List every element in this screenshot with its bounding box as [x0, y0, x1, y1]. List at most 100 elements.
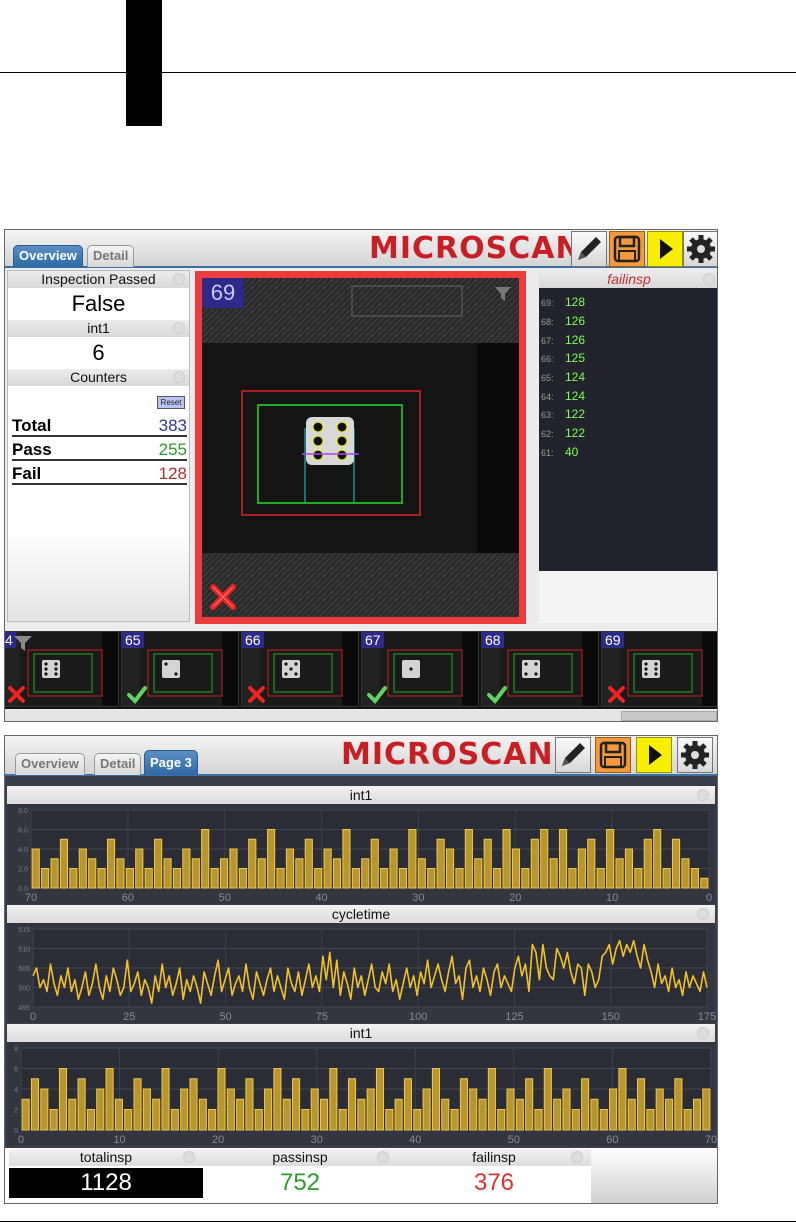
filmstrip-thumbnail[interactable]: 65: [121, 631, 239, 707]
bar: [96, 1088, 105, 1131]
log-row: 63: 122: [541, 407, 586, 421]
bar: [351, 868, 360, 889]
y-tick-label: 515: [18, 927, 30, 934]
filmstrip[interactable]: 4 65 66 67 68 69: [5, 631, 717, 709]
run-play-button[interactable]: [636, 737, 672, 773]
bar: [208, 1109, 217, 1131]
bar: [144, 868, 153, 889]
save-button[interactable]: [609, 231, 645, 267]
x-tick-label: 25: [123, 1011, 135, 1023]
bar: [493, 868, 502, 889]
bar: [106, 838, 116, 889]
y-tick-label: 510: [18, 947, 30, 954]
bar: [40, 1088, 49, 1131]
chart3-container[interactable]: 0 2 4 6 8 0 10 20 30 40 50 60 70: [7, 1042, 717, 1146]
edit-pencil-button[interactable]: [571, 231, 607, 267]
bar: [487, 1068, 496, 1131]
inspection-passed-value: False: [71, 291, 126, 316]
bar: [182, 848, 191, 889]
edit-pencil-button[interactable]: [555, 737, 591, 773]
int1-value: 6: [92, 340, 105, 365]
chart1-title: int1: [7, 786, 715, 804]
run-play-button[interactable]: [647, 231, 683, 267]
filmstrip-thumbnail[interactable]: 66: [241, 631, 359, 707]
bar: [637, 1078, 646, 1131]
scrollbar-thumb[interactable]: [621, 711, 717, 721]
bar: [478, 1098, 487, 1131]
bar: [581, 1078, 590, 1131]
passinsp-title: passinsp: [203, 1149, 397, 1166]
bar: [21, 1098, 30, 1131]
bar: [543, 1068, 552, 1131]
tab-overview[interactable]: Overview: [15, 753, 85, 775]
settings-button[interactable]: [683, 231, 717, 267]
bar: [521, 868, 530, 889]
bar: [441, 1098, 450, 1131]
bar: [590, 1098, 599, 1131]
chart2-container[interactable]: 495 500 505 510 515 0 25 50 75 100 125 150 175: [7, 923, 716, 1023]
bar: [692, 1098, 702, 1131]
floppy-disk-icon: [599, 741, 627, 769]
tab-detail[interactable]: Detail: [87, 245, 135, 267]
filter-funnel-icon[interactable]: [493, 284, 513, 304]
bar: [295, 858, 304, 889]
bar: [408, 829, 417, 889]
gear-icon: [687, 235, 715, 263]
bar: [464, 829, 473, 889]
bar: [422, 1088, 431, 1131]
chart1-container[interactable]: 0.0 2.0 4.0 6.0 8.0 70 60 50 40 30 20 10 0: [7, 804, 715, 904]
bar: [245, 1078, 254, 1131]
die-icon: [522, 660, 540, 678]
bar: [342, 829, 351, 889]
tab-detail[interactable]: Detail: [94, 753, 142, 775]
tab-overview[interactable]: Overview: [13, 245, 83, 267]
save-button[interactable]: [595, 737, 631, 773]
tab-page3[interactable]: Page 3: [144, 750, 198, 775]
reset-button[interactable]: Reset: [157, 396, 185, 409]
bar: [125, 868, 134, 889]
filter-funnel-icon[interactable]: [13, 633, 35, 655]
inspection-passed-title: Inspection Passed: [8, 271, 189, 288]
log-row: 64: 124: [541, 389, 586, 403]
bar: [606, 829, 615, 889]
bar: [31, 848, 40, 889]
footer-rule: [0, 1221, 796, 1222]
log-row: 69: 128: [541, 295, 586, 309]
status-panel: Inspection Passed False int1 6 Counters …: [7, 270, 190, 622]
counter-total: Total 383: [12, 416, 187, 437]
log-list[interactable]: 69: 128 68: 126 67: 126 66: 125 65: 124 64: 12…: [539, 288, 717, 571]
y-tick-label: 4.0: [18, 847, 28, 854]
chart2-title: cycletime: [7, 905, 715, 923]
bar: [59, 838, 69, 889]
bar: [273, 1068, 282, 1131]
fail-x-icon: [248, 686, 265, 703]
totalinsp-value: 1128: [9, 1168, 203, 1198]
y-tick-label: 4: [14, 1087, 18, 1094]
bar: [599, 1109, 608, 1131]
bar: [455, 868, 464, 889]
bar: [525, 1078, 534, 1131]
bar: [332, 858, 342, 889]
filmstrip-thumbnail[interactable]: 68: [481, 631, 599, 707]
y-tick-label: 500: [18, 986, 30, 993]
bar: [568, 868, 577, 889]
bar: [674, 1078, 683, 1131]
filmstrip-thumbnail[interactable]: 69: [601, 631, 717, 707]
inspection-image-view[interactable]: 69: [195, 271, 526, 624]
bar: [133, 1078, 142, 1131]
bar: [511, 848, 521, 889]
bar: [700, 877, 709, 889]
bar: [304, 838, 313, 889]
filmstrip-scrollbar[interactable]: [5, 710, 717, 721]
filmstrip-thumbnail[interactable]: 67: [361, 631, 479, 707]
bar: [267, 829, 276, 889]
bar: [152, 1098, 161, 1131]
bar: [282, 1098, 291, 1131]
bar: [201, 829, 210, 889]
bar: [398, 868, 408, 889]
settings-button[interactable]: [677, 737, 713, 773]
x-tick-label: 10: [606, 892, 618, 904]
bar: [403, 1078, 413, 1131]
bar: [634, 868, 643, 889]
log-row: 68: 126: [541, 314, 586, 328]
